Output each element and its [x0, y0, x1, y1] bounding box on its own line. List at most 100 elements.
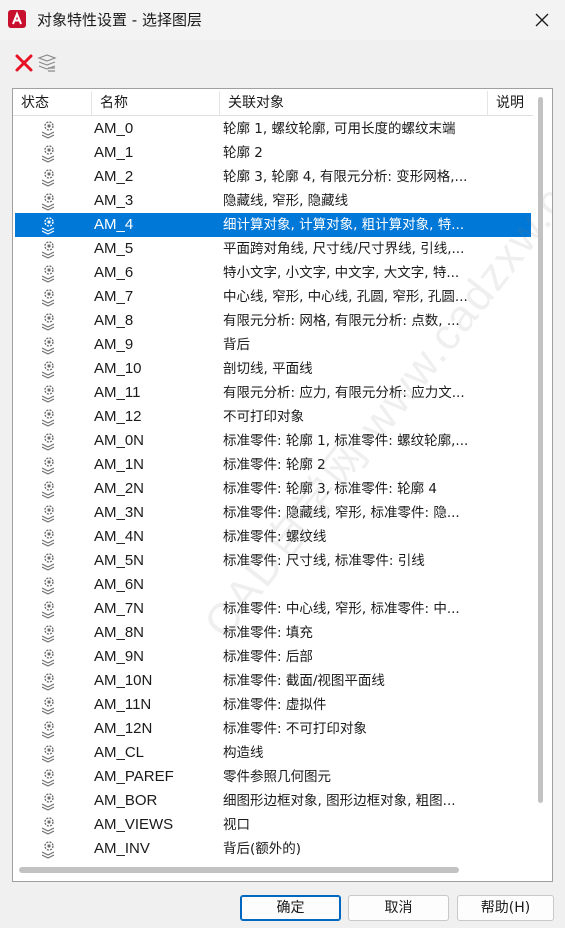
associated-objects: 细计算对象, 计算对象, 粗计算对象, 特... [223, 217, 465, 233]
layer-gear-icon [41, 601, 55, 619]
layer-row[interactable]: AM_8N 标准零件: 填充 [15, 621, 531, 645]
layer-row[interactable]: AM_8 有限元分析: 网格, 有限元分析: 点数, ... [15, 309, 531, 333]
layer-name: AM_11 [94, 384, 141, 401]
layer-row[interactable]: AM_10N 标准零件: 截面/视图平面线 [15, 669, 531, 693]
layer-gear-icon [41, 841, 55, 859]
associated-objects: 标准零件: 轮廓 2 [223, 457, 326, 473]
list-header: 状态 名称 关联对象 说明 [13, 91, 533, 116]
layer-row[interactable]: AM_5 平面跨对角线, 尺寸线/尺寸界线, 引线,... [15, 237, 531, 261]
layer-name: AM_8N [94, 624, 145, 641]
layer-gear-icon [41, 529, 55, 547]
layer-gear-icon [41, 217, 55, 235]
layer-name: AM_0 [94, 120, 134, 137]
red-x-delete-icon[interactable] [14, 53, 34, 73]
close-button[interactable] [519, 0, 565, 40]
layer-row[interactable]: AM_0 轮廓 1, 螺纹轮廓, 可用长度的螺纹末端 [15, 117, 531, 141]
layer-row[interactable]: AM_12N 标准零件: 不可打印对象 [15, 717, 531, 741]
layer-row[interactable]: AM_PAREF 零件参照几何图元 [15, 765, 531, 789]
associated-objects: 标准零件: 后部 [223, 649, 313, 665]
layer-name: AM_2 [94, 168, 134, 185]
associated-objects: 轮廓 3, 轮廓 4, 有限元分析: 变形网格,... [223, 169, 468, 185]
layer-row[interactable]: AM_VIEWS 视口 [15, 813, 531, 837]
layer-row[interactable]: AM_3N 标准零件: 隐藏线, 窄形, 标准零件: 隐... [15, 501, 531, 525]
help-button[interactable]: 帮助(H) [457, 895, 554, 921]
layer-name: AM_8 [94, 312, 134, 329]
associated-objects: 细图形边框对象, 图形边框对象, 粗图... [223, 793, 456, 809]
layer-row[interactable]: AM_4N 标准零件: 螺纹线 [15, 525, 531, 549]
layer-name: AM_BOR [94, 792, 158, 809]
layer-row[interactable]: AM_1N 标准零件: 轮廓 2 [15, 453, 531, 477]
vertical-scroll-thumb[interactable] [538, 97, 543, 803]
layer-name: AM_4 [94, 216, 134, 233]
layer-gear-icon [41, 481, 55, 499]
layer-name: AM_9N [94, 648, 145, 665]
layer-gear-icon [41, 169, 55, 187]
associated-objects: 隐藏线, 窄形, 隐藏线 [223, 193, 349, 209]
layer-row[interactable]: AM_2 轮廓 3, 轮廓 4, 有限元分析: 变形网格,... [15, 165, 531, 189]
cancel-button[interactable]: 取消 [348, 895, 449, 921]
layer-row[interactable]: AM_10 剖切线, 平面线 [15, 357, 531, 381]
layer-gear-icon [41, 121, 55, 139]
layer-row[interactable]: AM_12 不可打印对象 [15, 405, 531, 429]
layer-gear-icon [41, 553, 55, 571]
associated-objects: 标准零件: 螺纹线 [223, 529, 327, 545]
horizontal-scrollbar[interactable] [19, 867, 459, 873]
ok-button[interactable]: 确定 [240, 895, 341, 921]
layer-gear-icon [41, 505, 55, 523]
window-title: 对象特性设置 - 选择图层 [37, 11, 202, 29]
layer-name: AM_7N [94, 600, 145, 617]
layer-row[interactable]: AM_5N 标准零件: 尺寸线, 标准零件: 引线 [15, 549, 531, 573]
layer-row[interactable]: AM_INV 背后(额外的) [15, 837, 531, 861]
layer-gear-icon [41, 145, 55, 163]
column-header-name[interactable]: 名称 [92, 91, 220, 115]
layer-row[interactable]: AM_4 细计算对象, 计算对象, 粗计算对象, 特... [15, 213, 531, 237]
associated-objects: 平面跨对角线, 尺寸线/尺寸界线, 引线,... [223, 241, 465, 257]
layer-gear-icon [41, 241, 55, 259]
layer-row[interactable]: AM_2N 标准零件: 轮廓 3, 标准零件: 轮廓 4 [15, 477, 531, 501]
layer-gear-icon [41, 745, 55, 763]
associated-objects: 标准零件: 轮廓 3, 标准零件: 轮廓 4 [223, 481, 438, 497]
layer-row[interactable]: AM_7 中心线, 窄形, 中心线, 孔圆, 窄形, 孔圆... [15, 285, 531, 309]
layer-row[interactable]: AM_3 隐藏线, 窄形, 隐藏线 [15, 189, 531, 213]
layer-row[interactable]: AM_6 特小文字, 小文字, 中文字, 大文字, 特... [15, 261, 531, 285]
layer-row[interactable]: AM_7N 标准零件: 中心线, 窄形, 标准零件: 中... [15, 597, 531, 621]
layer-gear-icon [41, 721, 55, 739]
layer-name: AM_7 [94, 288, 134, 305]
layer-name: AM_10 [94, 360, 142, 377]
layer-name: AM_9 [94, 336, 134, 353]
layer-name: AM_0N [94, 432, 145, 449]
layer-gear-icon [41, 385, 55, 403]
layer-row[interactable]: AM_11 有限元分析: 应力, 有限元分析: 应力文... [15, 381, 531, 405]
vertical-scrollbar[interactable] [536, 97, 544, 807]
layer-gear-icon [41, 625, 55, 643]
layer-row[interactable]: AM_11N 标准零件: 虚拟件 [15, 693, 531, 717]
layer-gear-icon [41, 361, 55, 379]
layer-row[interactable]: AM_9N 标准零件: 后部 [15, 645, 531, 669]
layer-name: AM_5N [94, 552, 145, 569]
layer-row[interactable]: AM_9 背后 [15, 333, 531, 357]
layer-gear-icon [41, 649, 55, 667]
layer-name: AM_1 [94, 144, 134, 161]
layer-name: AM_4N [94, 528, 145, 545]
layer-name: AM_CL [94, 744, 145, 761]
layer-gear-icon [41, 817, 55, 835]
associated-objects: 标准零件: 不可打印对象 [223, 721, 367, 737]
layer-row[interactable]: AM_6N [15, 573, 531, 597]
layer-gear-icon [41, 337, 55, 355]
layer-name: AM_11N [94, 696, 152, 713]
layer-list[interactable]: 状态 名称 关联对象 说明 AM_0 轮廓 1, 螺纹轮廓, 可用长度的螺纹末端 A… [12, 88, 553, 882]
layer-row[interactable]: AM_CL 构造线 [15, 741, 531, 765]
column-header-objects[interactable]: 关联对象 [220, 91, 488, 115]
layer-row[interactable]: AM_0N 标准零件: 轮廓 1, 标准零件: 螺纹轮廓,... [15, 429, 531, 453]
layer-gear-icon [41, 313, 55, 331]
associated-objects: 标准零件: 虚拟件 [223, 697, 327, 713]
layer-row[interactable]: AM_BOR 细图形边框对象, 图形边框对象, 粗图... [15, 789, 531, 813]
layer-purge-icon[interactable] [37, 53, 57, 73]
layer-gear-icon [41, 265, 55, 283]
column-header-status[interactable]: 状态 [13, 91, 92, 115]
associated-objects: 剖切线, 平面线 [223, 361, 313, 377]
column-header-description[interactable]: 说明 [488, 91, 533, 115]
layer-row[interactable]: AM_1 轮廓 2 [15, 141, 531, 165]
associated-objects: 标准零件: 截面/视图平面线 [223, 673, 385, 689]
layer-gear-icon [41, 289, 55, 307]
